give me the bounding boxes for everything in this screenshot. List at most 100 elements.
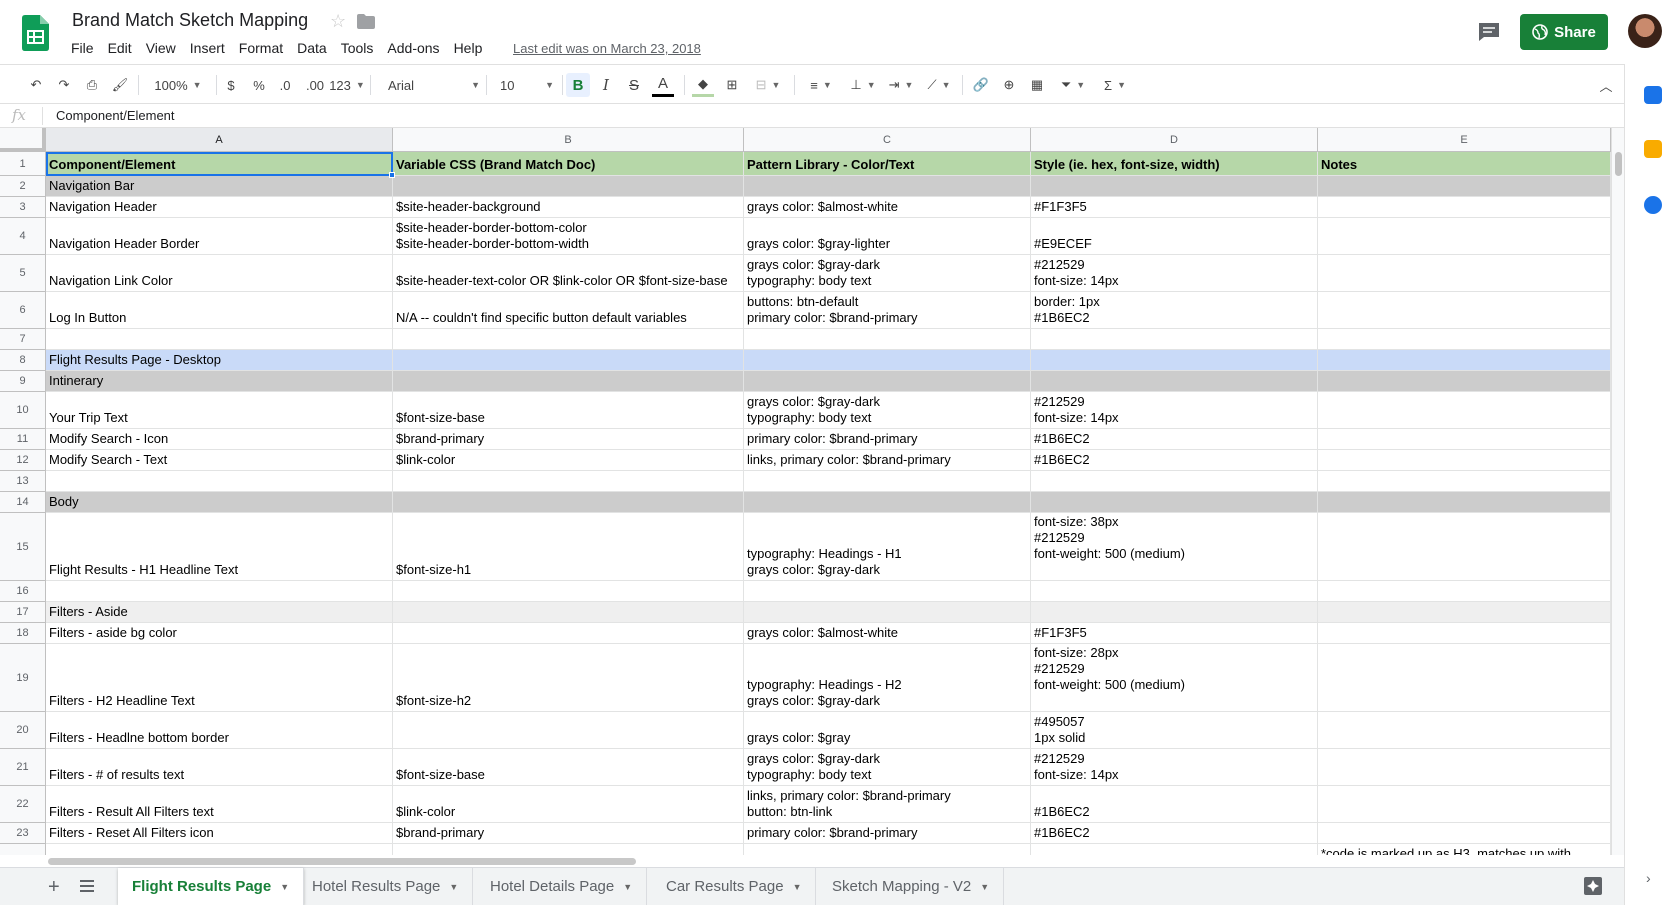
cell-e[interactable] xyxy=(1318,644,1611,712)
keep-icon[interactable] xyxy=(1644,140,1662,158)
cell-a[interactable]: Filters - Result All Filters text xyxy=(46,786,393,823)
cell-e[interactable] xyxy=(1318,255,1611,292)
row-header[interactable]: 1 xyxy=(0,152,46,176)
row-header[interactable] xyxy=(0,844,46,855)
menu-help[interactable]: Help xyxy=(454,40,490,56)
cell-d[interactable]: font-size: 28px #212529 font-weight: 500 (… xyxy=(1031,644,1318,712)
decrease-decimal-button[interactable]: .0 xyxy=(274,73,296,97)
cell-b[interactable] xyxy=(393,471,744,492)
cell-d[interactable]: #1B6EC2 xyxy=(1031,823,1318,844)
cell-a[interactable]: Filters - aside bg color xyxy=(46,623,393,644)
cell-c[interactable] xyxy=(744,471,1031,492)
row-header[interactable]: 18 xyxy=(0,623,46,644)
row-header[interactable]: 23 xyxy=(0,823,46,844)
row-header[interactable]: 17 xyxy=(0,602,46,623)
more-formats-select[interactable]: 123 ▼ xyxy=(329,73,365,97)
cell-b[interactable]: $font-size-h1 xyxy=(393,513,744,581)
zoom-select[interactable]: 100% ▼ xyxy=(150,73,206,97)
cell-b[interactable]: $site-header-border-bottom-color $site-he… xyxy=(393,218,744,255)
cell-c[interactable]: Pattern Library - Color/Text xyxy=(744,152,1031,176)
cell-c[interactable]: buttons: btn-default primary color: $bran… xyxy=(744,292,1031,329)
cell-c[interactable]: links, primary color: $brand-primary butt… xyxy=(744,786,1031,823)
cell-c[interactable]: grays color: $almost-white xyxy=(744,623,1031,644)
cell-d[interactable] xyxy=(1031,844,1318,855)
cell-c[interactable] xyxy=(744,329,1031,350)
cell-a[interactable]: Body xyxy=(46,492,393,513)
cell-a[interactable]: Component/Element xyxy=(46,152,393,176)
row-header[interactable]: 16 xyxy=(0,581,46,602)
cell-b[interactable]: N/A -- couldn't find specific button def… xyxy=(393,292,744,329)
column-header-d[interactable]: D xyxy=(1031,128,1318,152)
vertical-align-icon[interactable]: ⊥ ▼ xyxy=(846,73,880,97)
all-sheets-icon[interactable] xyxy=(80,879,94,893)
cell-b[interactable]: $font-size-base xyxy=(393,749,744,786)
cell-c[interactable]: grays color: $gray-dark typography: body … xyxy=(744,392,1031,429)
cell-e[interactable] xyxy=(1318,581,1611,602)
folder-icon[interactable] xyxy=(357,14,375,29)
menu-format[interactable]: Format xyxy=(239,40,290,56)
filter-icon[interactable]: ⏷ ▼ xyxy=(1056,73,1090,97)
sheet-tab-car-results[interactable]: Car Results Page ▼ xyxy=(652,868,817,905)
cell-c[interactable]: primary color: $brand-primary xyxy=(744,429,1031,450)
cell-a[interactable] xyxy=(46,471,393,492)
cell-e[interactable] xyxy=(1318,602,1611,623)
cell-b[interactable]: $font-size-h2 xyxy=(393,644,744,712)
cell-a[interactable]: Navigation Bar xyxy=(46,176,393,197)
cell-b[interactable]: $brand-primary xyxy=(393,823,744,844)
bold-button[interactable]: B xyxy=(566,73,590,97)
insert-chart-icon[interactable]: ▦ xyxy=(1026,73,1048,97)
cell-e[interactable] xyxy=(1318,513,1611,581)
cell-e[interactable] xyxy=(1318,197,1611,218)
row-header[interactable]: 2 xyxy=(0,176,46,197)
comment-icon[interactable] xyxy=(1478,22,1500,42)
cell-e[interactable] xyxy=(1318,429,1611,450)
horizontal-align-icon[interactable]: ≡ ▼ xyxy=(804,73,838,97)
cell-c[interactable] xyxy=(744,176,1031,197)
cell-c[interactable] xyxy=(744,492,1031,513)
insert-link-icon[interactable]: 🔗 xyxy=(970,73,992,97)
row-header[interactable]: 6 xyxy=(0,292,46,329)
row-header[interactable]: 10 xyxy=(0,392,46,429)
increase-decimal-button[interactable]: .00 xyxy=(302,73,328,97)
tasks-icon[interactable] xyxy=(1644,196,1662,214)
cell-b[interactable] xyxy=(393,492,744,513)
cell-a[interactable]: Modify Search - Text xyxy=(46,450,393,471)
cell-a[interactable]: Intinerary xyxy=(46,371,393,392)
borders-icon[interactable]: ⊞ xyxy=(722,73,742,97)
cell-b[interactable] xyxy=(393,602,744,623)
cell-a[interactable]: Navigation Header Border xyxy=(46,218,393,255)
cell-d[interactable]: font-size: 38px #212529 font-weight: 500 (… xyxy=(1031,513,1318,581)
currency-format-button[interactable]: $ xyxy=(222,73,240,97)
cell-d[interactable]: #1B6EC2 xyxy=(1031,786,1318,823)
row-header[interactable]: 20 xyxy=(0,712,46,749)
sheet-tab-flight-results[interactable]: Flight Results Page ▼ xyxy=(118,868,305,905)
cell-a[interactable] xyxy=(46,581,393,602)
text-color-button[interactable]: A xyxy=(652,73,674,97)
cell-e[interactable] xyxy=(1318,786,1611,823)
cell-c[interactable] xyxy=(744,350,1031,371)
google-sheets-logo-icon[interactable] xyxy=(22,15,49,51)
menu-edit[interactable]: Edit xyxy=(108,40,139,56)
cell-b[interactable]: $site-header-background xyxy=(393,197,744,218)
cell-d[interactable] xyxy=(1031,602,1318,623)
cell-b[interactable] xyxy=(393,176,744,197)
cell-e[interactable] xyxy=(1318,329,1611,350)
strikethrough-button[interactable]: S xyxy=(624,73,644,97)
menu-insert[interactable]: Insert xyxy=(190,40,232,56)
cell-b[interactable] xyxy=(393,581,744,602)
print-icon[interactable]: ⎙ xyxy=(82,73,102,97)
cell-a[interactable] xyxy=(46,329,393,350)
percent-format-button[interactable]: % xyxy=(250,73,268,97)
cell-c[interactable]: typography: Headings - H2 grays color: $g… xyxy=(744,644,1031,712)
cell-a[interactable]: Filters - Headlne bottom border xyxy=(46,712,393,749)
cell-b[interactable]: Variable CSS (Brand Match Doc) xyxy=(393,152,744,176)
row-header[interactable]: 4 xyxy=(0,218,46,255)
cell-a[interactable] xyxy=(46,844,393,855)
document-title[interactable]: Brand Match Sketch Mapping xyxy=(72,10,308,31)
sheet-tab-hotel-results[interactable]: Hotel Results Page ▼ xyxy=(298,868,474,905)
column-header-b[interactable]: B xyxy=(393,128,744,152)
cell-d[interactable]: #1B6EC2 xyxy=(1031,429,1318,450)
row-header[interactable]: 8 xyxy=(0,350,46,371)
row-header[interactable]: 19 xyxy=(0,644,46,712)
menu-tools[interactable]: Tools xyxy=(341,40,381,56)
